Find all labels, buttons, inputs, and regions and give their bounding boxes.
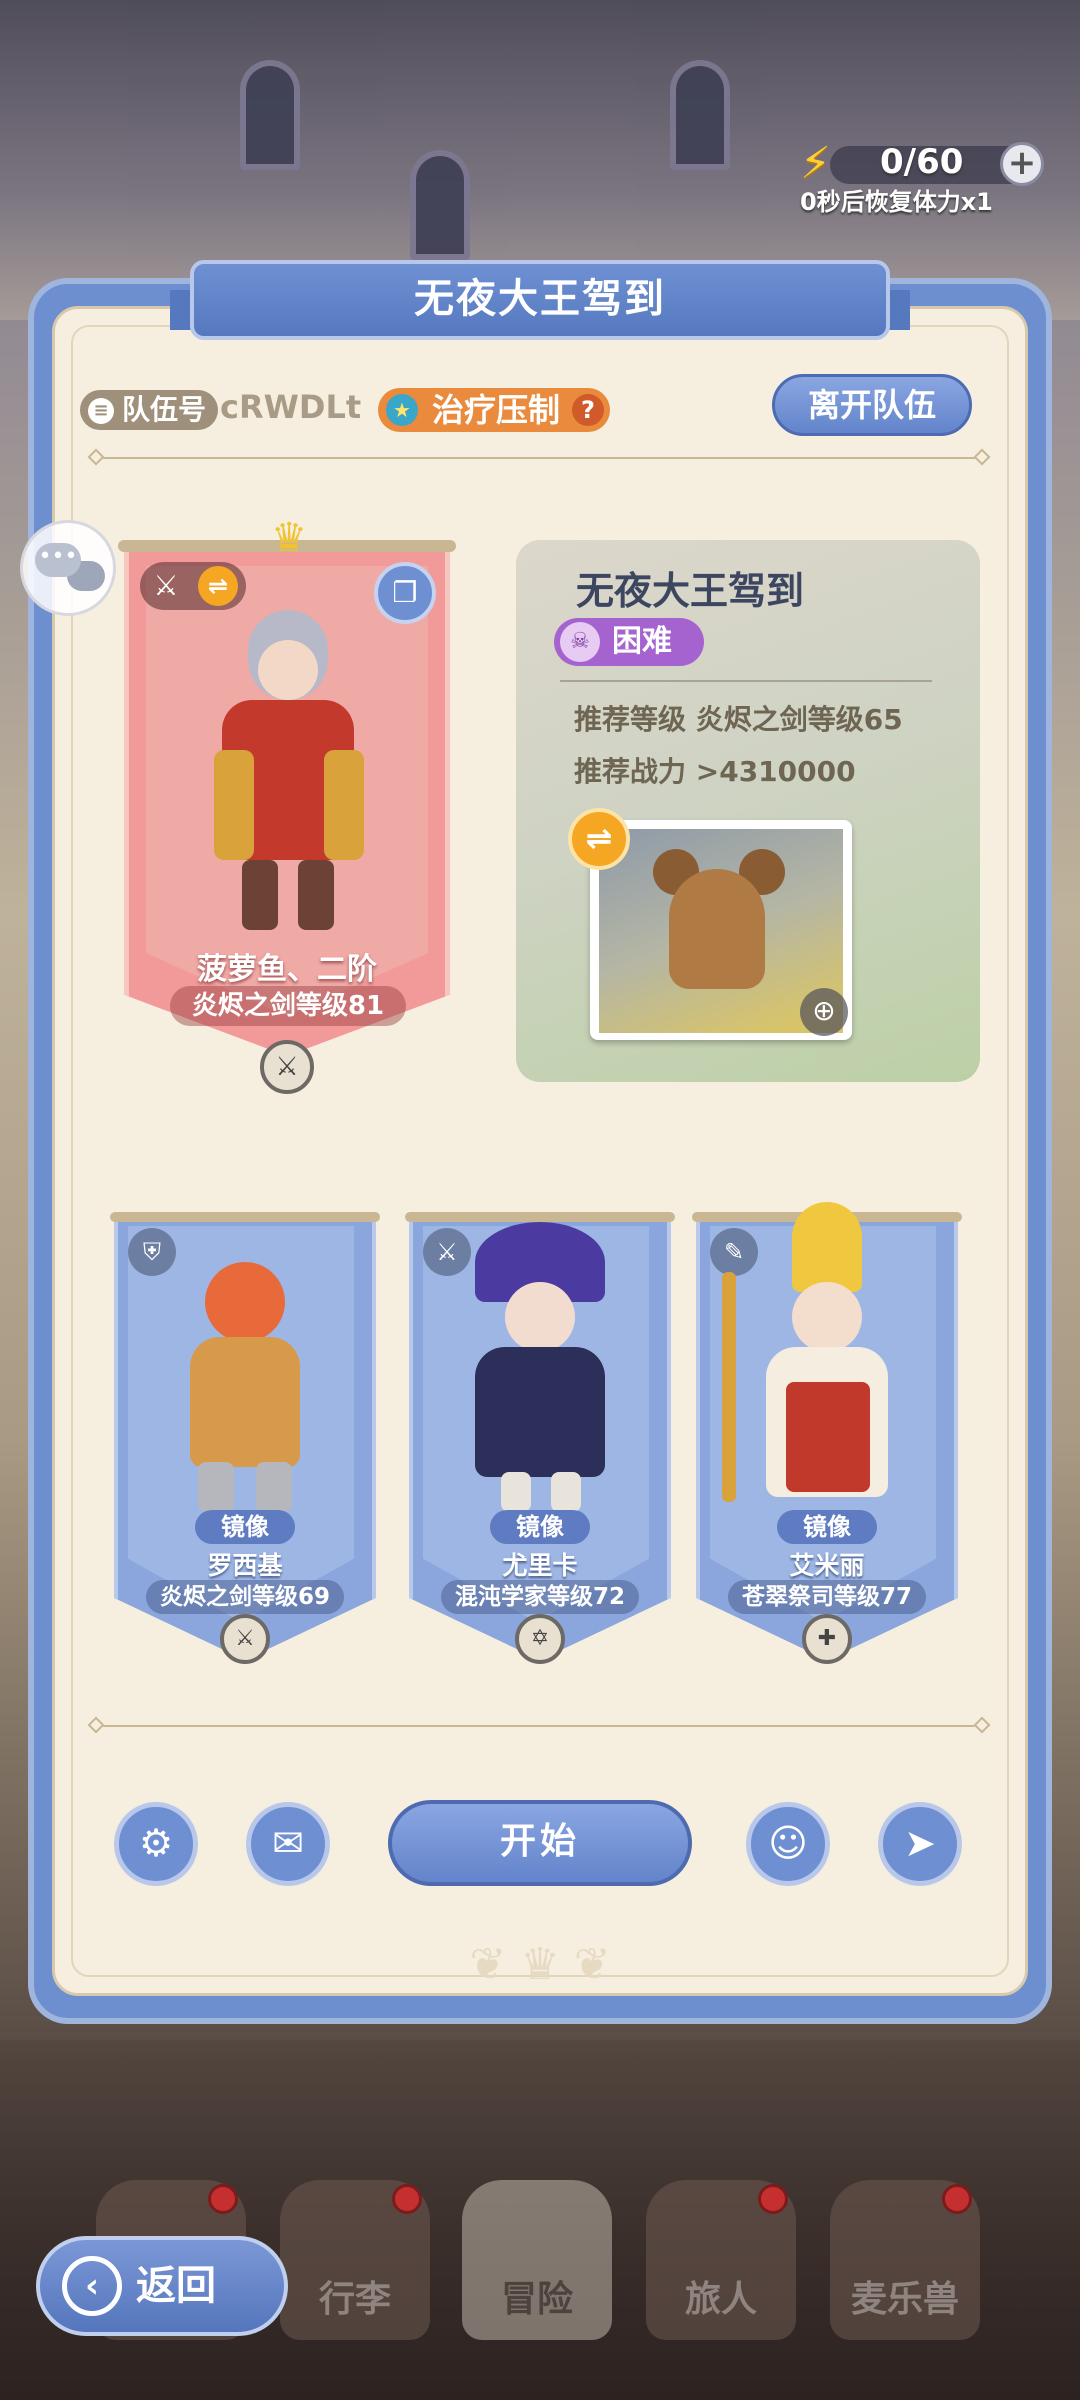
divider <box>96 1725 984 1727</box>
ornament-icon: ❦ ♛ ❦ <box>469 1939 611 1990</box>
add-stamina-button[interactable]: + <box>1000 142 1044 186</box>
team-number-tag: ≡ 队伍号 <box>80 390 219 430</box>
leave-team-button[interactable]: 离开队伍 <box>772 374 972 436</box>
mirror-tag: 镜像 <box>490 1510 590 1544</box>
team-code[interactable]: cRWDLt <box>220 388 361 426</box>
team-number-label: 队伍号 <box>122 393 207 426</box>
card-icon[interactable]: ❐ <box>374 562 436 624</box>
nav-tab-luggage[interactable]: 行李 <box>280 2180 430 2340</box>
staff-icon: ✎ <box>710 1228 758 1276</box>
leader-level: 炎烬之剑等级81 <box>170 986 406 1026</box>
nav-tab-travelers[interactable]: 旅人 <box>646 2180 796 2340</box>
stamina-recover-note: 0秒后恢复体力x1 <box>800 188 993 216</box>
background-window <box>410 150 470 260</box>
nav-tab-label: 麦乐兽 <box>850 2279 959 2320</box>
send-icon: ➤ <box>904 1821 936 1865</box>
notification-dot <box>392 2184 422 2214</box>
gear-icon: ⚙ <box>138 1821 174 1865</box>
swap-boss-button[interactable]: ⇌ <box>568 808 630 870</box>
list-icon: ≡ <box>88 398 114 424</box>
weapon-switch-badge[interactable]: ⚔ ⇌ <box>140 562 246 610</box>
people-icon: ☺ <box>768 1821 808 1865</box>
nav-tab-label: 冒险 <box>500 2279 573 2320</box>
help-icon[interactable]: ? <box>572 394 605 426</box>
recommended-power: 推荐战力 >4310000 <box>574 755 856 788</box>
crown-icon: ♛ <box>271 515 307 561</box>
start-button[interactable]: 开始 <box>388 1800 692 1886</box>
member-card[interactable]: ⛨ 镜像 罗西基 炎烬之剑等级69 ⚔ <box>110 1212 380 1672</box>
zoom-icon[interactable]: ⊕ <box>800 988 848 1036</box>
member-level: 混沌学家等级72 <box>441 1580 639 1614</box>
nav-tab-label: 行李 <box>318 2279 391 2320</box>
mirror-tag: 镜像 <box>195 1510 295 1544</box>
background-window <box>240 60 300 170</box>
sword-icon: ⚔ <box>423 1228 471 1276</box>
member-level: 炎烬之剑等级69 <box>146 1580 344 1614</box>
mask-icon: ☠ <box>560 622 600 662</box>
divider <box>560 680 932 682</box>
mirror-tag: 镜像 <box>777 1510 877 1544</box>
cross-class-icon: ✚ <box>802 1614 852 1664</box>
back-button[interactable]: ‹ 返回 <box>36 2236 288 2336</box>
back-arrow-icon: ‹ <box>62 2256 122 2316</box>
divider <box>96 457 984 459</box>
heal-suppress-tag[interactable]: ★ 治疗压制 ? <box>378 388 611 432</box>
nav-tab-label: 旅人 <box>684 2279 757 2320</box>
share-button[interactable]: ➤ <box>878 1802 962 1886</box>
chaos-class-icon: ✡ <box>515 1614 565 1664</box>
difficulty-label: 困难 <box>612 624 672 659</box>
member-card[interactable]: ⚔ 镜像 尤里卡 混沌学家等级72 ✡ <box>405 1212 675 1672</box>
member-level: 苍翠祭司等级77 <box>728 1580 926 1614</box>
member-name: 罗西基 <box>207 1551 283 1580</box>
lightning-icon: ⚡ <box>800 138 831 189</box>
member-name: 艾米丽 <box>789 1551 865 1580</box>
recommended-level: 推荐等级 炎烬之剑等级65 <box>574 703 903 736</box>
heal-suppress-label: 治疗压制 <box>432 391 561 429</box>
member-name: 尤里卡 <box>502 1551 578 1580</box>
notification-dot <box>208 2184 238 2214</box>
nav-tab-adventure[interactable]: 冒险 <box>462 2180 612 2340</box>
settings-button[interactable]: ⚙ <box>114 1802 198 1886</box>
chat-bubble-button[interactable]: ••• <box>20 520 116 616</box>
sword-icon: ⚔ <box>153 569 179 602</box>
stamina-value: 0/60 <box>880 142 964 182</box>
friends-button[interactable]: ☺ <box>746 1802 830 1886</box>
back-button-label: 返回 <box>136 2263 216 2309</box>
sword-class-icon: ⚔ <box>220 1614 270 1664</box>
difficulty-badge: ☠ 困难 <box>554 618 704 666</box>
dungeon-info-card: 无夜大王驾到 ☠ 困难 推荐等级 炎烬之剑等级65 推荐战力 >4310000 … <box>516 540 980 1082</box>
chat-icon: ✉ <box>272 1821 304 1865</box>
background-window <box>670 60 730 170</box>
chat-icon: ••• <box>35 543 81 577</box>
switch-icon: ⇌ <box>198 566 238 606</box>
panel-title: 无夜大王驾到 <box>190 260 890 340</box>
nav-tab-pets[interactable]: 麦乐兽 <box>830 2180 980 2340</box>
member-card[interactable]: ✎ 镜像 艾米丽 苍翠祭司等级77 ✚ <box>692 1202 962 1672</box>
star-icon: ★ <box>386 394 418 426</box>
leader-name: 菠萝鱼、二阶 <box>197 952 377 987</box>
notification-dot <box>758 2184 788 2214</box>
stamina-display: ⚡ 0/60 + 0秒后恢复体力x1 <box>800 138 1060 216</box>
dungeon-name: 无夜大王驾到 <box>576 569 805 613</box>
chat-button[interactable]: ✉ <box>246 1802 330 1886</box>
leader-card[interactable]: ♛ ⚔ ⇌ ❐ 菠萝鱼、二阶 炎烬之剑等级81 ⚔ <box>118 518 456 1100</box>
notification-dot <box>942 2184 972 2214</box>
sword-class-icon: ⚔ <box>260 1040 314 1094</box>
shield-icon: ⛨ <box>128 1228 176 1276</box>
